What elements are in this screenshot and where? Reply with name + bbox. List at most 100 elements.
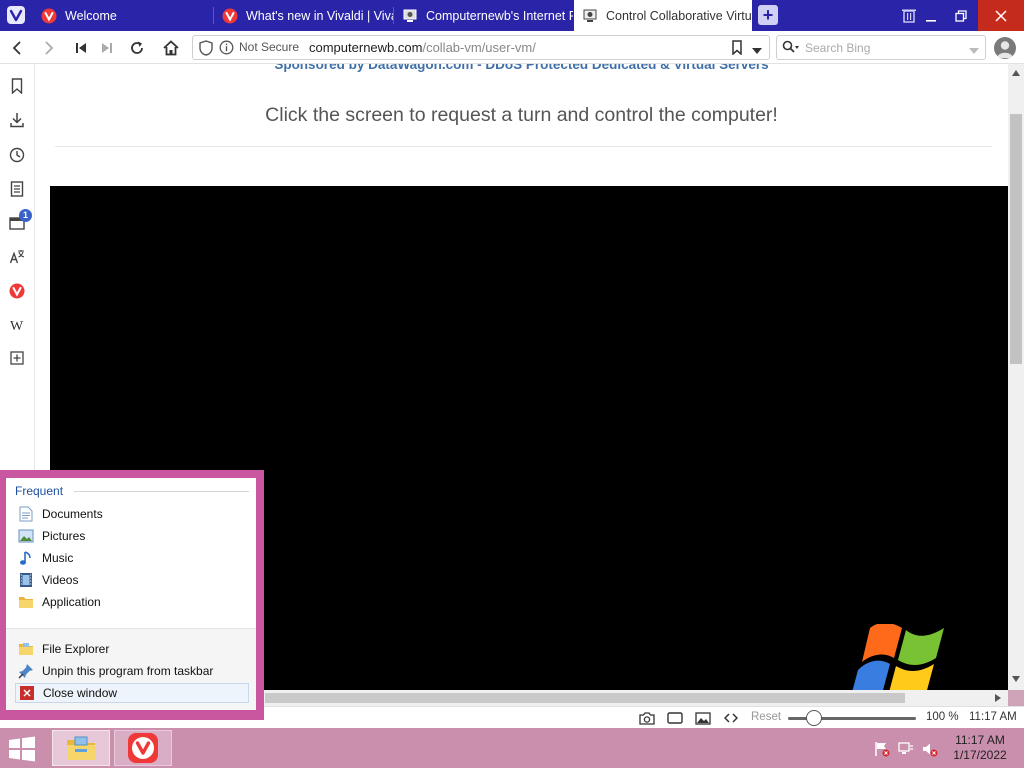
wikipedia-panel-icon[interactable]: W <box>7 315 27 335</box>
translate-icon[interactable] <box>7 247 27 267</box>
search-field[interactable]: Search Bing <box>776 35 986 60</box>
fast-forward-button[interactable] <box>97 38 117 58</box>
start-button[interactable] <box>8 736 40 762</box>
jump-item-label: Application <box>42 595 101 609</box>
tab-title: Control Collaborative Virtu <box>606 8 752 23</box>
back-arrow-icon <box>12 41 21 55</box>
vivaldi-icon <box>41 8 57 24</box>
rewind-icon <box>76 43 86 53</box>
jump-task-unpin[interactable]: Unpin this program from taskbar <box>15 661 249 681</box>
zoom-slider-thumb[interactable] <box>806 710 822 726</box>
add-panel-icon[interactable] <box>7 348 27 368</box>
jump-task-file-explorer[interactable]: File Explorer <box>15 639 249 659</box>
videos-icon <box>18 572 34 588</box>
url-text[interactable]: computernewb.com/collab-vm/user-vm/ <box>309 40 536 55</box>
unpin-icon <box>18 663 34 679</box>
info-icon[interactable] <box>219 40 234 58</box>
jump-task-label: File Explorer <box>42 642 110 656</box>
jump-list-tasks: File Explorer Unpin this program from ta… <box>6 628 256 710</box>
network-icon[interactable] <box>898 741 914 757</box>
rewind-button[interactable] <box>71 38 91 58</box>
scroll-down-icon[interactable] <box>1012 676 1020 682</box>
fast-forward-icon <box>102 43 112 53</box>
clock-date: 1/17/2022 <box>953 748 1007 762</box>
svg-text:W: W <box>10 319 24 332</box>
jump-task-close-window[interactable]: Close window <box>15 683 249 703</box>
vertical-scrollbar[interactable] <box>1008 64 1024 690</box>
file-explorer-icon <box>18 641 34 657</box>
profile-avatar[interactable] <box>994 37 1016 59</box>
scroll-right-icon[interactable] <box>995 694 1001 702</box>
tab-welcome[interactable]: Welcome <box>33 0 213 31</box>
tab-control-collaborative[interactable]: Control Collaborative Virtu <box>574 0 752 31</box>
image-icon[interactable] <box>694 710 712 726</box>
minimize-button[interactable] <box>916 0 946 31</box>
tab-whats-new[interactable]: What's new in Vivaldi | Vival <box>214 0 393 31</box>
windows-start-icon <box>9 736 35 762</box>
user-icon <box>997 41 1013 58</box>
plus-icon: + <box>762 5 774 25</box>
bookmarks-icon[interactable] <box>7 76 27 96</box>
computernewb-icon <box>582 8 598 24</box>
home-button[interactable] <box>161 38 181 58</box>
taskbar-jump-list: Frequent Documents Pictures Music Videos… <box>0 470 264 720</box>
security-status: Not Secure <box>239 40 300 54</box>
forward-button[interactable] <box>39 38 59 58</box>
reload-button[interactable] <box>127 38 147 58</box>
jump-item-label: Documents <box>42 507 103 521</box>
reload-icon <box>131 41 143 54</box>
jump-item-music[interactable]: Music <box>15 548 249 568</box>
shield-icon[interactable] <box>199 40 213 59</box>
bookmark-icon[interactable] <box>731 40 743 58</box>
sponsor-link[interactable]: Sponsored by DataWagon.com - DDoS Protec… <box>35 64 1008 72</box>
address-bar[interactable]: Not Secure computernewb.com/collab-vm/us… <box>192 35 770 60</box>
jump-item-videos[interactable]: Videos <box>15 570 249 590</box>
tile-icon[interactable] <box>666 710 684 726</box>
vivaldi-menu-button[interactable] <box>4 4 28 26</box>
camera-icon[interactable] <box>638 710 656 726</box>
jump-item-application[interactable]: Application <box>15 592 249 612</box>
code-icon[interactable] <box>722 710 740 726</box>
jump-list-section-title: Frequent <box>15 484 64 498</box>
clock-time: 11:17 AM <box>955 733 1005 747</box>
computernewb-icon <box>402 8 418 24</box>
file-explorer-icon <box>67 736 95 760</box>
jump-list-body: Frequent Documents Pictures Music Videos… <box>6 478 256 710</box>
zoom-reset-button[interactable]: Reset <box>751 711 781 723</box>
url-host: computernewb.com <box>309 40 423 55</box>
vivaldi-logo-icon <box>7 6 25 24</box>
volume-muted-icon[interactable] <box>922 741 938 757</box>
vertical-scroll-thumb[interactable] <box>1010 114 1022 364</box>
close-button[interactable] <box>978 0 1024 31</box>
system-clock[interactable]: 11:17 AM 1/17/2022 <box>940 733 1020 763</box>
tab-title: Welcome <box>65 8 117 23</box>
divider <box>74 491 249 492</box>
action-center-flag-icon[interactable] <box>874 741 890 757</box>
jump-task-label: Unpin this program from taskbar <box>42 664 214 678</box>
taskbar-file-explorer[interactable] <box>52 730 110 766</box>
downloads-icon[interactable] <box>7 110 27 130</box>
notes-icon[interactable] <box>7 179 27 199</box>
restore-button[interactable] <box>946 0 976 31</box>
new-tab-button[interactable]: + <box>758 5 778 25</box>
dropdown-arrow-icon[interactable] <box>752 44 762 58</box>
home-icon <box>163 40 179 56</box>
close-icon <box>995 9 1007 22</box>
jump-item-label: Music <box>42 551 74 565</box>
jump-item-documents[interactable]: Documents <box>15 504 249 524</box>
search-engine-dropdown-icon[interactable] <box>969 44 979 58</box>
downloads-badge: 1 <box>19 209 32 222</box>
history-icon[interactable] <box>7 145 27 165</box>
taskbar-vivaldi[interactable] <box>114 730 172 766</box>
vivaldi-web-panel-icon[interactable] <box>7 281 27 301</box>
jump-item-pictures[interactable]: Pictures <box>15 526 249 546</box>
jump-task-label: Close window <box>43 686 118 700</box>
scroll-up-icon[interactable] <box>1012 70 1020 76</box>
tab-computernewb[interactable]: Computernewb's Internet P <box>394 0 573 31</box>
zoom-level: 100 % <box>926 711 959 723</box>
horizontal-scroll-thumb[interactable] <box>265 693 905 703</box>
forward-arrow-icon <box>45 41 54 55</box>
close-window-icon <box>19 685 35 701</box>
search-placeholder: Search Bing <box>805 41 871 55</box>
back-button[interactable] <box>7 38 27 58</box>
